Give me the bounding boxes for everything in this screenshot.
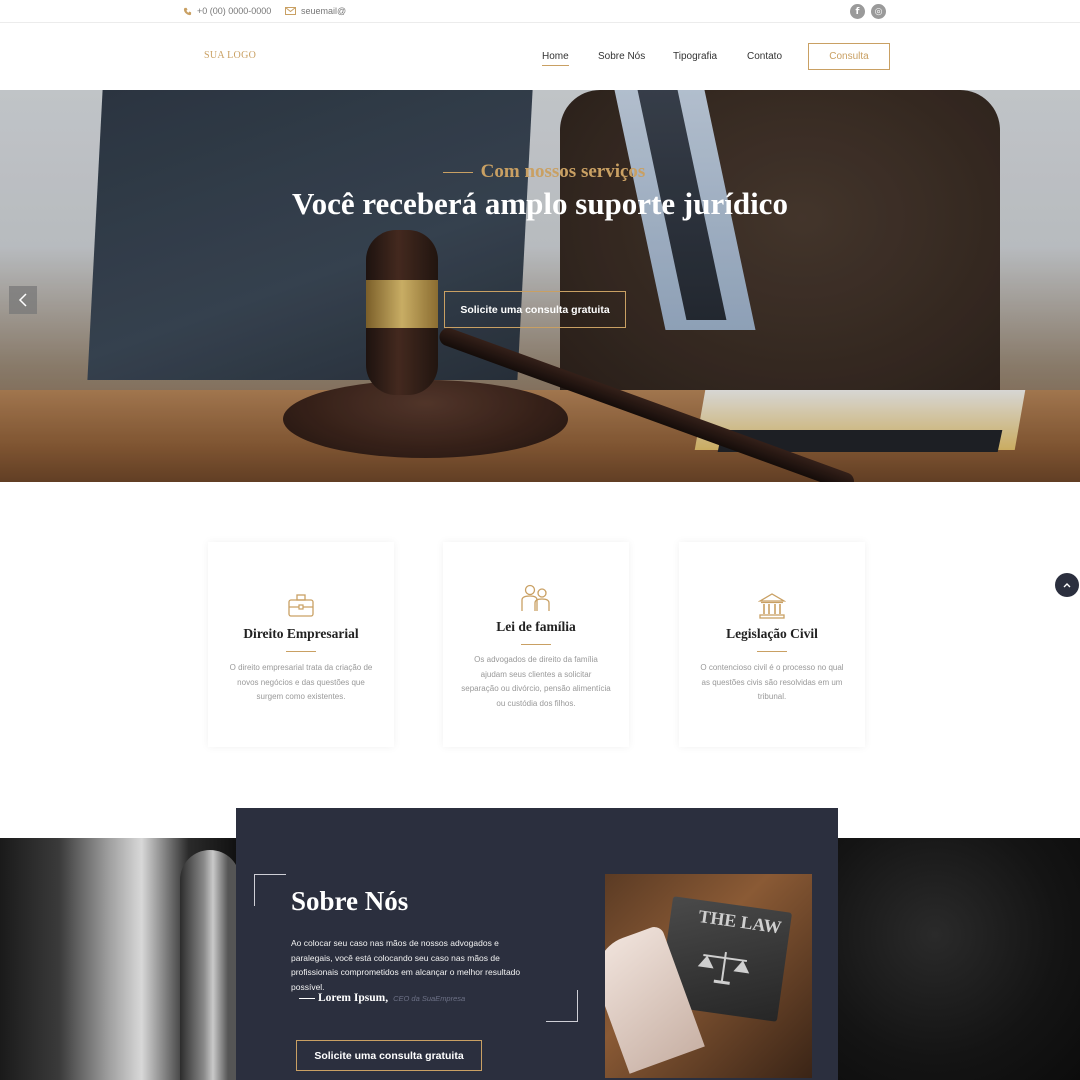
mail-icon: [285, 7, 296, 15]
facebook-icon[interactable]: f: [850, 4, 865, 19]
nav-tipografia[interactable]: Tipografia: [673, 51, 717, 62]
service-card-familia[interactable]: Lei de família Os advogados de direito d…: [443, 542, 629, 747]
service-description: O contencioso civil é o processo no qual…: [700, 663, 844, 701]
about-title: Sobre Nós: [291, 886, 409, 916]
email-address: seuemail@: [301, 6, 347, 16]
service-card-civil[interactable]: Legislação Civil O contencioso civil é o…: [679, 542, 865, 747]
hero-slider: Com nossos serviços Você receberá amplo …: [0, 90, 1080, 482]
law-book-title: THE LAW: [697, 906, 783, 938]
instagram-icon[interactable]: ◎: [871, 4, 886, 19]
main-header: SUA LOGO Home Sobre Nós Tipografia Conta…: [0, 23, 1080, 90]
chevron-up-icon: [1063, 583, 1071, 588]
service-title: Legislação Civil: [726, 626, 818, 641]
hero-overlay: [0, 90, 1080, 482]
top-bar: +0 (00) 0000-0000 seuemail@ f ◎: [0, 0, 1080, 23]
briefcase-icon: [208, 593, 394, 619]
nav-contato[interactable]: Contato: [747, 51, 782, 62]
signature-name-text: Lorem Ipsum,: [318, 992, 389, 1004]
nav-sobre-nos[interactable]: Sobre Nós: [598, 51, 645, 62]
phone-contact[interactable]: +0 (00) 0000-0000: [183, 6, 271, 16]
hero-consultation-button[interactable]: Solicite uma consulta gratuita: [444, 291, 626, 328]
service-divider: [521, 644, 551, 645]
slider-prev-button[interactable]: [9, 286, 37, 314]
service-divider: [286, 651, 316, 652]
scales-icon: [697, 951, 750, 985]
signature-role: CEO da SuaEmpresa: [393, 994, 466, 1003]
service-title: Lei de família: [496, 619, 576, 634]
service-card-empresarial[interactable]: Direito Empresarial O direito empresaria…: [208, 542, 394, 747]
family-icon: [443, 583, 629, 613]
law-book-image: THE LAW: [605, 874, 812, 1078]
email-contact[interactable]: seuemail@: [285, 6, 346, 16]
service-description: Os advogados de direito da família ajuda…: [461, 655, 611, 708]
about-frame-corner-bottom-right: [546, 990, 578, 1022]
nav-home[interactable]: Home: [542, 51, 569, 66]
site-logo[interactable]: SUA LOGO: [204, 50, 256, 61]
service-description: O direito empresarial trata da criação d…: [229, 663, 373, 701]
hero-title: Você receberá amplo suporte jurídico: [292, 186, 788, 221]
about-signature: Lorem Ipsum, CEO da SuaEmpresa: [299, 992, 465, 1004]
signature-name: Lorem Ipsum,: [299, 992, 388, 1004]
hero-subtitle: Com nossos serviços: [0, 161, 1080, 183]
scroll-to-top-button[interactable]: [1055, 573, 1079, 597]
courthouse-icon: [679, 592, 865, 620]
about-frame-corner-top-left: [254, 874, 286, 906]
phone-icon: [183, 7, 192, 15]
service-divider: [757, 651, 787, 652]
consulta-button[interactable]: Consulta: [808, 43, 890, 70]
hero-subtitle-line: [442, 172, 473, 174]
phone-number: +0 (00) 0000-0000: [197, 6, 272, 16]
service-title: Direito Empresarial: [243, 626, 359, 641]
about-background-right: [838, 838, 1080, 1080]
chevron-left-icon: [18, 293, 27, 307]
hero-subtitle-text: Com nossos serviços: [480, 161, 646, 182]
signature-dash: [299, 997, 315, 999]
about-consultation-button[interactable]: Solicite uma consulta gratuita: [296, 1040, 482, 1071]
about-description: Ao colocar seu caso nas mãos de nossos a…: [291, 938, 521, 992]
justice-statue-image: [180, 850, 240, 1080]
